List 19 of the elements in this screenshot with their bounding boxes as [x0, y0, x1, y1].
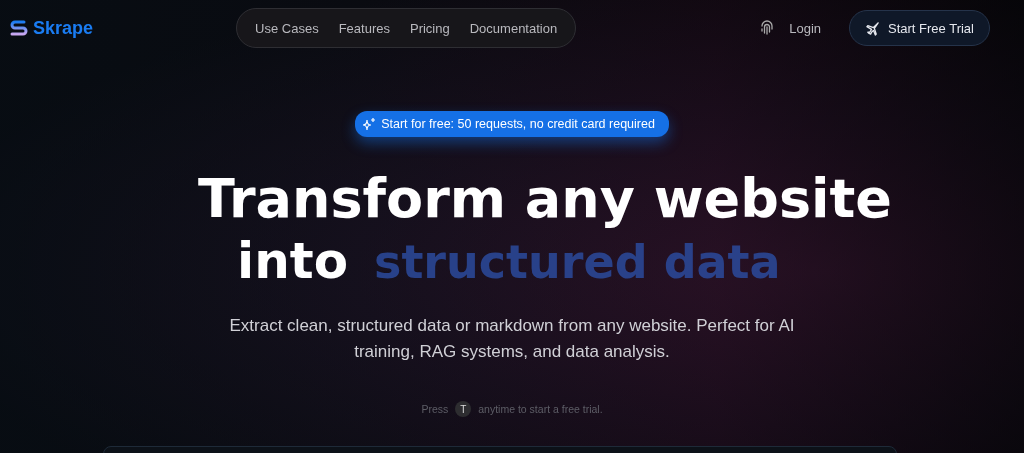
nav-link[interactable]: Features: [328, 20, 400, 36]
plane-icon: [865, 20, 880, 36]
promo-text: Start for free: 50 requests, no credit card required: [381, 117, 655, 131]
logo-icon: [8, 19, 30, 37]
hint-text: Press: [421, 403, 449, 415]
login-link[interactable]: Login: [789, 20, 821, 36]
hint-text: anytime to start a free trial.: [478, 403, 603, 415]
fingerprint-icon: [759, 20, 776, 36]
nav-link[interactable]: Documentation: [459, 20, 568, 36]
nav-link[interactable]: Pricing: [399, 20, 460, 36]
hero-subtitle: Extract clean, structured data or markdown from any website. Perfect for AI training, RAG systems, and data analysis.: [228, 315, 796, 363]
nav-link[interactable]: Use Cases: [245, 20, 329, 36]
keyboard-key: T: [455, 401, 472, 417]
hero-title: Transform any website: [198, 167, 892, 231]
start-trial-button[interactable]: Start Free Trial: [849, 10, 990, 46]
hero-title: into: [237, 231, 348, 291]
rotating-phrase: structured data: [374, 235, 781, 289]
sparkle-icon: [362, 117, 377, 131]
brand-name[interactable]: Skrape: [33, 17, 94, 39]
